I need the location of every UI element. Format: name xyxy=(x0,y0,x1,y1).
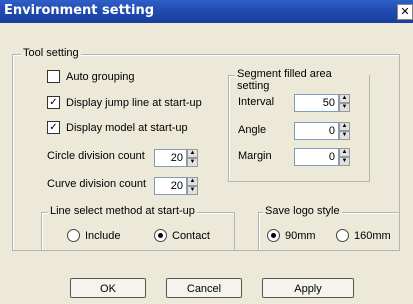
interval-input[interactable]: 50 xyxy=(294,94,339,112)
include-label: Include xyxy=(85,229,121,242)
spin-down-icon[interactable]: ▼ xyxy=(187,186,198,195)
interval-label: Interval xyxy=(238,96,275,108)
auto-grouping-checkbox[interactable]: Auto grouping xyxy=(47,70,135,83)
check-icon[interactable]: ✓ xyxy=(47,121,60,134)
circle-division-stepper[interactable]: 20 ▲ ▼ xyxy=(154,149,198,167)
circle-division-label: Circle division count xyxy=(47,150,145,162)
radio-selected-icon[interactable] xyxy=(154,229,167,242)
curve-division-label: Curve division count xyxy=(47,178,147,190)
contact-radio[interactable]: Contact xyxy=(154,229,210,242)
display-jump-line-label: Display jump line at start-up xyxy=(66,96,202,109)
environment-setting-dialog: Environment setting ✕ Tool setting Auto … xyxy=(0,0,413,304)
margin-stepper[interactable]: 0 ▲ ▼ xyxy=(294,148,350,166)
curve-division-input[interactable]: 20 xyxy=(154,177,187,195)
save-logo-legend: Save logo style xyxy=(263,205,342,217)
spin-up-icon[interactable]: ▲ xyxy=(187,149,198,158)
ok-button[interactable]: OK xyxy=(70,278,146,298)
include-radio[interactable]: Include xyxy=(67,229,120,242)
close-icon[interactable]: ✕ xyxy=(397,4,413,20)
spin-down-icon[interactable]: ▼ xyxy=(339,157,350,166)
logo-160mm-radio[interactable]: 160mm xyxy=(336,229,391,242)
logo-90mm-radio[interactable]: 90mm xyxy=(267,229,316,242)
auto-grouping-label: Auto grouping xyxy=(66,70,135,83)
tool-setting-legend: Tool setting xyxy=(21,47,81,59)
window-title: Environment setting xyxy=(4,3,155,18)
radio-circle-icon[interactable] xyxy=(67,229,80,242)
logo-90mm-label: 90mm xyxy=(285,229,316,242)
title-bar[interactable]: Environment setting ✕ xyxy=(0,0,413,23)
angle-input[interactable]: 0 xyxy=(294,122,339,140)
margin-input[interactable]: 0 xyxy=(294,148,339,166)
display-model-label: Display model at start-up xyxy=(66,121,188,134)
radio-selected-icon[interactable] xyxy=(267,229,280,242)
display-jump-line-checkbox[interactable]: ✓ Display jump line at start-up xyxy=(47,96,202,109)
contact-label: Contact xyxy=(172,229,210,242)
spin-down-icon[interactable]: ▼ xyxy=(339,103,350,112)
spin-up-icon[interactable]: ▲ xyxy=(187,177,198,186)
segment-setting-legend: Segment filled area setting xyxy=(235,68,369,92)
check-icon[interactable]: ✓ xyxy=(47,96,60,109)
angle-label: Angle xyxy=(238,124,267,136)
angle-stepper[interactable]: 0 ▲ ▼ xyxy=(294,122,350,140)
logo-160mm-label: 160mm xyxy=(354,229,391,242)
line-select-legend: Line select method at start-up xyxy=(48,205,197,217)
radio-circle-icon[interactable] xyxy=(336,229,349,242)
display-model-checkbox[interactable]: ✓ Display model at start-up xyxy=(47,121,188,134)
interval-stepper[interactable]: 50 ▲ ▼ xyxy=(294,94,350,112)
auto-grouping-box[interactable] xyxy=(47,70,60,83)
margin-label: Margin xyxy=(238,150,272,162)
spin-down-icon[interactable]: ▼ xyxy=(187,158,198,167)
curve-division-stepper[interactable]: 20 ▲ ▼ xyxy=(154,177,198,195)
apply-button[interactable]: Apply xyxy=(262,278,354,298)
cancel-button[interactable]: Cancel xyxy=(166,278,242,298)
spin-up-icon[interactable]: ▲ xyxy=(339,122,350,131)
spin-up-icon[interactable]: ▲ xyxy=(339,148,350,157)
spin-up-icon[interactable]: ▲ xyxy=(339,94,350,103)
spin-down-icon[interactable]: ▼ xyxy=(339,131,350,140)
circle-division-input[interactable]: 20 xyxy=(154,149,187,167)
